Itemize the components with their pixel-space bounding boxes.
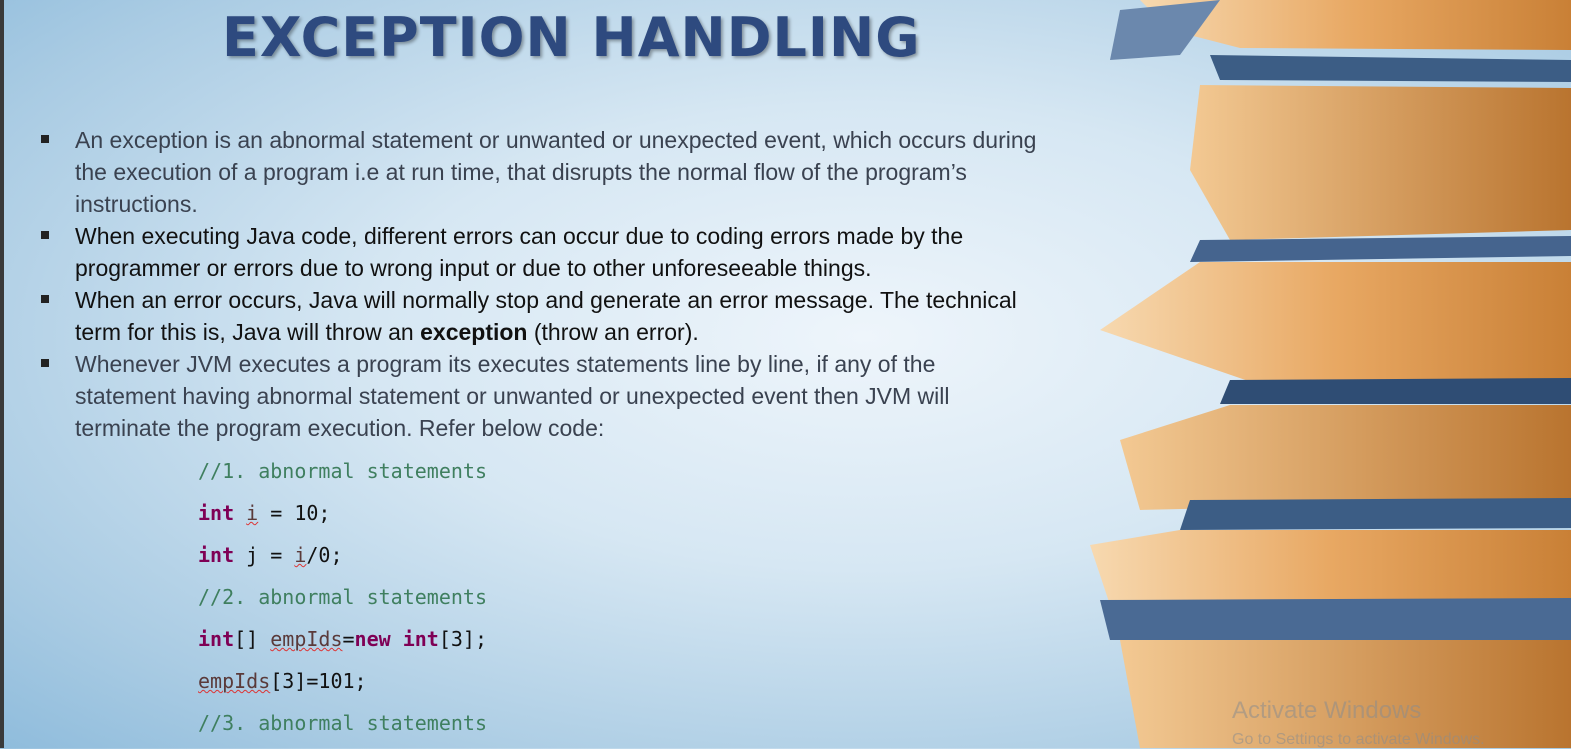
code-line-6: empIds[3]=101; xyxy=(198,664,487,706)
left-edge-bar xyxy=(0,0,4,748)
keyword: int xyxy=(198,627,235,651)
bullet-item-3: When an error occurs, Java will normally… xyxy=(40,284,1040,348)
square-bullet-icon xyxy=(41,359,49,367)
square-bullet-icon xyxy=(41,135,49,143)
bullet-list: An exception is an abnormal statement or… xyxy=(40,124,1040,444)
bullet-text-1: An exception is an abnormal statement or… xyxy=(75,127,1037,217)
code-comment-3: //3. abnormal statements xyxy=(198,711,487,735)
bullet-text-3-after: (throw an error). xyxy=(527,319,699,345)
code-block: //1. abnormal statements int i = 10; int… xyxy=(198,454,487,748)
keyword: int xyxy=(198,501,235,525)
code-text: = xyxy=(342,627,355,651)
variable: empIds xyxy=(198,669,271,693)
code-text: j = xyxy=(234,543,295,567)
code-line-2: int i = 10; xyxy=(198,496,487,538)
bullet-text-4: Whenever JVM executes a program its exec… xyxy=(75,351,950,441)
bullet-item-1: An exception is an abnormal statement or… xyxy=(40,124,1040,220)
activate-windows-subtext: Go to Settings to activate Windows. xyxy=(1232,731,1485,748)
code-text: = 10; xyxy=(258,501,331,525)
bullet-text-2: When executing Java code, different erro… xyxy=(75,223,964,281)
code-line-5: int[] empIds=new int[3]; xyxy=(198,622,487,664)
code-text: /0; xyxy=(306,543,343,567)
code-text: [3]; xyxy=(438,627,488,651)
variable: i xyxy=(294,543,307,567)
code-comment-1: //1. abnormal statements xyxy=(198,459,487,483)
code-line-3: int j = i/0; xyxy=(198,538,487,580)
bullet-text-3-bold: exception xyxy=(420,319,528,345)
square-bullet-icon xyxy=(41,295,49,303)
keyword: int xyxy=(402,627,439,651)
code-text: [3]=101; xyxy=(270,669,367,693)
bullet-item-4: Whenever JVM executes a program its exec… xyxy=(40,348,1040,444)
square-bullet-icon xyxy=(41,231,49,239)
keyword: new xyxy=(354,627,391,651)
slide-title: EXCEPTION HANDLING xyxy=(222,6,921,69)
activate-windows-watermark: Activate Windows xyxy=(1232,697,1422,724)
book-stack-image xyxy=(1090,0,1571,748)
variable: i xyxy=(246,501,259,525)
keyword: int xyxy=(198,543,235,567)
code-text: [] xyxy=(234,627,271,651)
variable: empIds xyxy=(270,627,343,651)
code-comment-2: //2. abnormal statements xyxy=(198,585,487,609)
bullet-item-2: When executing Java code, different erro… xyxy=(40,220,1040,284)
